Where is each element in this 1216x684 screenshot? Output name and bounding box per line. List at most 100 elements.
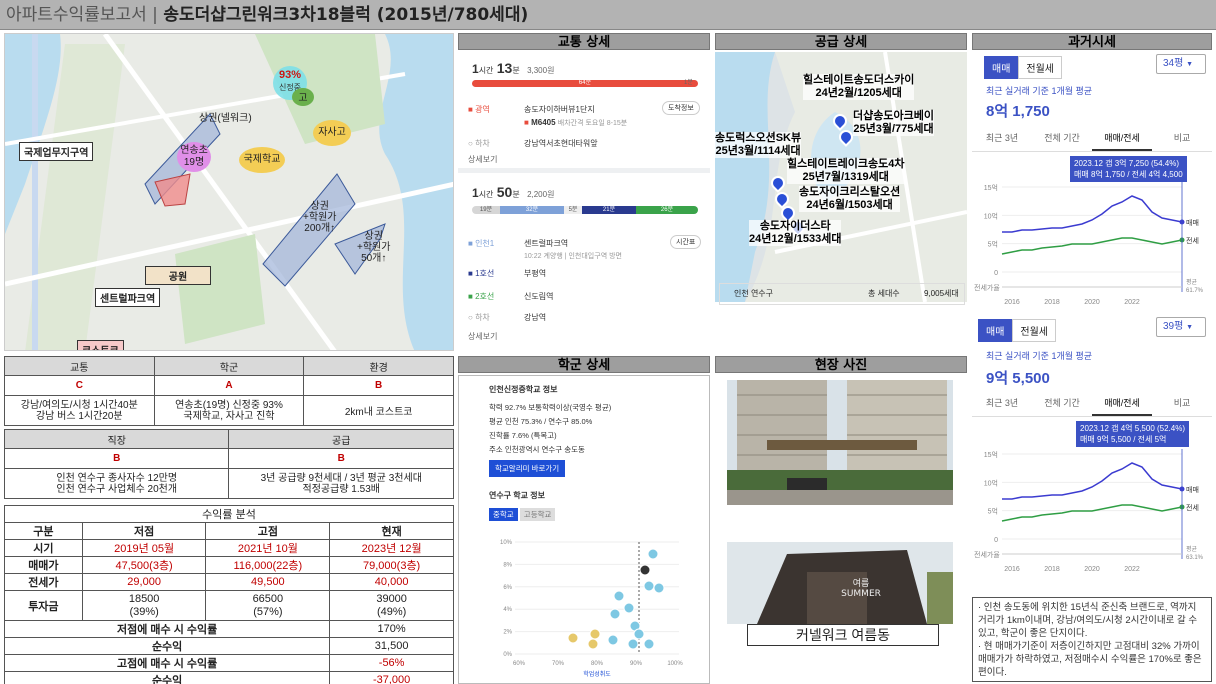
profit-col-3: 현재: [329, 522, 454, 540]
profit-sale-low: 47,500(3층): [81, 556, 207, 574]
x-axis-label: 학업성취도: [583, 670, 611, 678]
apartment-photo: [727, 380, 953, 505]
tab-sale-39[interactable]: 매매: [978, 319, 1013, 342]
invest-now-value: 39000: [376, 592, 407, 605]
subtab-all-34[interactable]: 전체 기간: [1032, 126, 1092, 151]
elementary-name: 연송초: [180, 145, 208, 156]
subtab-compare-39[interactable]: 비교: [1152, 391, 1212, 416]
grade-header-supply: 공급: [228, 429, 454, 449]
legend-avg: 평균: [1186, 278, 1198, 286]
supply-5-name: 송도자이크리스탈오션: [799, 186, 901, 198]
grade-table-2: 직장 공급 B B 인천 연수구 종사자수 12만명 인천 연수구 사업체수 2…: [3, 429, 454, 499]
supply-item-4: 힐스테이트레이크송도4차 25년7월/1319세대: [787, 158, 905, 184]
school-point: [613, 590, 625, 602]
tab-jeonse-39[interactable]: 전월세: [1012, 319, 1057, 342]
subtab-sale-jeonse-39[interactable]: 매매/전세: [1092, 391, 1152, 416]
profit-col-1: 저점: [81, 522, 207, 540]
route1-bar: 64분: [472, 80, 698, 87]
route2-bar: 19분 32분 5분 21분 26분: [472, 206, 698, 214]
high-net-value: -37,000: [329, 671, 454, 684]
school-point: [623, 602, 635, 614]
supply-map[interactable]: 힐스테이트송도더스카이 24년2월/1205세대 더샵송도아크베이 25년3월/77…: [715, 52, 967, 302]
subtab-3y-39[interactable]: 최근 3년: [972, 391, 1032, 416]
bus-stop: 송도자이하버뷰1단지: [524, 105, 595, 114]
line-2: ■ 2호선: [468, 292, 495, 301]
commercial2-label: 상권 +학원가 50개↑: [353, 230, 394, 265]
size-select-39[interactable]: 39평 ▼: [1156, 317, 1206, 337]
elementary-circle: 연송초 19명: [177, 142, 211, 172]
bus-note: 배차간격 토요일 8-15분: [557, 120, 628, 127]
tab-jeonse-34[interactable]: 전월세: [1018, 56, 1063, 79]
profit-sale-label: 매매가: [4, 556, 83, 574]
subtab-all-39[interactable]: 전체 기간: [1032, 391, 1092, 416]
supply-5-info: 24년6월/1503세대: [806, 199, 893, 211]
profit-invest-high: 66500 (57%): [205, 590, 331, 621]
grade-detail-school: 연송초(19명) 신정중 93% 국제학교, 자사고 진학: [153, 395, 305, 426]
avg-ratio: 63.1%: [1186, 555, 1204, 561]
gap-label: 전세가율: [974, 550, 1000, 559]
y-tick-label: 4%: [503, 607, 512, 613]
x-tick-label: 80%: [591, 661, 604, 667]
x-tick-label: 2018: [1044, 566, 1060, 573]
legend-jeonse: 전세: [1186, 236, 1199, 245]
school-r3: 진학률 7.6% (특목고): [489, 431, 557, 440]
y-tick-label: 10%: [500, 540, 513, 546]
supply-area: 인천 연수구: [734, 289, 774, 298]
school-scatter: 10% 8% 6% 4% 2% 0%60% 70% 80% 90% 100% 학업성취도: [500, 540, 683, 678]
timetable-button[interactable]: 시간표: [670, 235, 702, 249]
legend-avg: 평균: [1186, 545, 1198, 553]
station2: 부평역: [524, 269, 547, 278]
bus-line: ■ M6405 배차간격 토요일 8-15분: [524, 118, 628, 127]
gap-label: 전세가율: [974, 283, 1000, 292]
profit-jeonse-now: 40,000: [329, 573, 454, 591]
line3-label: 2호선: [475, 292, 495, 301]
supply-4-info: 25년7월/1319세대: [802, 171, 889, 183]
location-map[interactable]: 93% 신정중 고 상권(넬워크) 연송초 19명 국제업무지구역 자사고 국제…: [4, 33, 454, 351]
profit-sale-now: 79,000(3층): [329, 556, 454, 574]
history-block-34: 매매 전월세 34평 ▼ 최근 실거래 기준 1개월 평균 8억 1,750 최근…: [972, 52, 1212, 312]
supply-item-5: 송도자이크리스탈오션 24년6월/1503세대: [799, 186, 901, 212]
school-pct: 93%: [278, 69, 302, 81]
more-details-1[interactable]: 상세보기: [468, 154, 497, 165]
getoff2-label: ○ 하차: [468, 313, 490, 322]
subtab-compare-34[interactable]: 비교: [1152, 126, 1212, 151]
supply-1-name: 힐스테이트송도더스카이: [803, 74, 915, 86]
route1-seg: 64분: [578, 80, 592, 86]
tab-high-school[interactable]: 고등학교: [519, 508, 556, 521]
history-title: 과거시세: [972, 33, 1212, 50]
supply-6-name: 송도자이더스타: [759, 220, 831, 232]
getoff-label-text: 하차: [475, 139, 490, 148]
commercial1-label: 상권 +학원가 200개↑: [299, 200, 340, 235]
low-buy-value: 170%: [329, 620, 454, 638]
x-tick-label: 2022: [1124, 566, 1140, 573]
bus-arrival-button[interactable]: 도착정보: [662, 101, 700, 115]
subtab-3y-34[interactable]: 최근 3년: [972, 126, 1032, 151]
tab-middle-school[interactable]: 중학교: [489, 508, 518, 521]
supply-footer: 인천 연수구 총 세대수 9,005세대: [719, 283, 965, 305]
profit-col-0: 구분: [4, 522, 83, 540]
profit-sale-high: 116,000(22층): [205, 556, 331, 574]
more-details-2[interactable]: 상세보기: [468, 331, 497, 342]
summer-sign: 여름 SUMMER: [841, 579, 881, 599]
y-tick-label: 10억: [984, 212, 998, 220]
school-point: [609, 608, 621, 620]
size-select-34[interactable]: 34평 ▼: [1156, 54, 1206, 74]
route2-seg-incheon: 32분: [500, 206, 564, 214]
y-tick-label: 15억: [984, 451, 998, 459]
supply-4-name: 힐스테이트레이크송도4차: [787, 158, 905, 170]
avg-price-39: 9억 5,500: [986, 370, 1050, 387]
bus-num: M6405: [531, 118, 556, 127]
subtab-sale-jeonse-34[interactable]: 매매/전세: [1092, 126, 1152, 151]
low-net-label: 순수익: [3, 637, 331, 655]
line-1: ■ 1호선: [468, 269, 495, 278]
site-photo-2: 여름 SUMMER: [727, 542, 953, 624]
school-point: [639, 564, 651, 576]
school-info-button[interactable]: 학교알리미 바로가기: [489, 460, 566, 477]
supply-3-info: 25년3월/1114세대: [715, 145, 801, 157]
legend-sale: 매매: [1186, 219, 1199, 227]
station1: 센트럴파크역: [524, 239, 569, 248]
grade-env: B: [303, 375, 454, 396]
invest-high-pct: (57%): [253, 605, 283, 618]
report-title-bar: 아파트수익률보고서 | 송도더샵그린워크3차18블럭 (2015년/780세대): [0, 0, 1216, 30]
tab-sale-34[interactable]: 매매: [984, 56, 1019, 79]
